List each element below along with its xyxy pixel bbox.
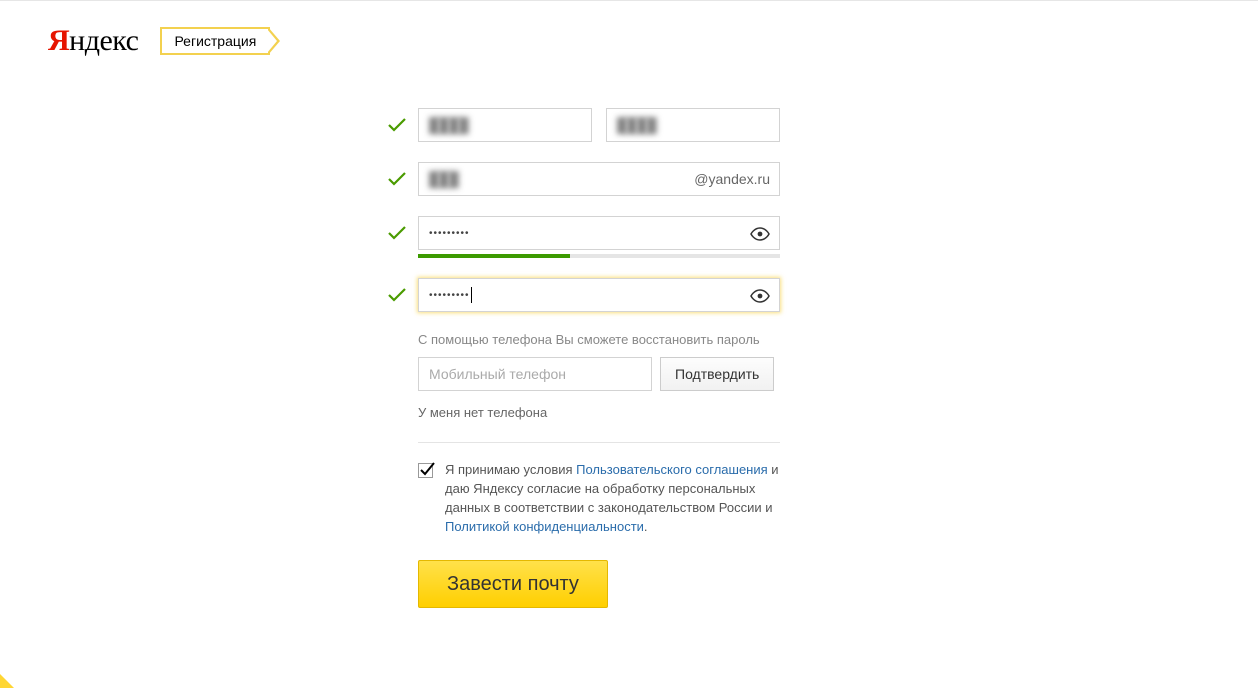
password-row: •••••••••: [418, 216, 838, 250]
logo-letter-ya: Я: [48, 24, 69, 57]
header: Яндекс Регистрация: [0, 2, 1258, 68]
terms-part-3: .: [644, 519, 648, 534]
password-strength-bar: [418, 254, 780, 258]
check-icon: [388, 172, 418, 186]
login-value: ███: [429, 171, 459, 187]
terms-row: Я принимаю условия Пользовательского сог…: [418, 461, 780, 536]
login-input[interactable]: ███: [418, 162, 780, 196]
terms-checkbox[interactable]: [418, 463, 433, 478]
yandex-logo[interactable]: Яндекс: [48, 24, 138, 58]
divider: [418, 442, 780, 443]
submit-button[interactable]: Завести почту: [418, 560, 608, 608]
eye-icon[interactable]: [749, 223, 771, 245]
user-agreement-link[interactable]: Пользовательского соглашения: [576, 462, 768, 477]
password-confirm-dots: •••••••••: [419, 290, 472, 301]
terms-text: Я принимаю условия Пользовательского сог…: [445, 461, 780, 536]
password-input[interactable]: •••••••••: [418, 216, 780, 250]
corner-decoration: [0, 674, 14, 688]
check-icon: [388, 118, 418, 132]
badge-label: Регистрация: [174, 33, 256, 49]
phone-input[interactable]: [418, 357, 652, 391]
text-cursor: [471, 287, 472, 303]
name-row: ████ ████: [418, 108, 838, 142]
no-phone-link[interactable]: У меня нет телефона: [418, 405, 838, 420]
confirm-phone-button[interactable]: Подтвердить: [660, 357, 774, 391]
first-name-value: ████: [429, 117, 469, 133]
password-dots: •••••••••: [419, 228, 470, 239]
privacy-policy-link[interactable]: Политикой конфиденциальности: [445, 519, 644, 534]
password-confirm-input[interactable]: •••••••••: [418, 278, 780, 312]
terms-part-1: Я принимаю условия: [445, 462, 576, 477]
phone-hint: С помощью телефона Вы сможете восстанови…: [418, 332, 838, 347]
check-icon: [388, 288, 418, 302]
logo-rest: ндекс: [69, 24, 138, 57]
check-icon: [388, 226, 418, 240]
login-row: ███ @yandex.ru: [418, 162, 838, 196]
first-name-input[interactable]: ████: [418, 108, 592, 142]
last-name-value: ████: [617, 117, 657, 133]
phone-row: Подтвердить: [418, 357, 838, 391]
form-container: ████ ████ ███ @yandex.ru: [0, 68, 1258, 608]
password-confirm-row: •••••••••: [418, 278, 838, 312]
last-name-input[interactable]: ████: [606, 108, 780, 142]
password-strength-fill: [418, 254, 570, 258]
registration-badge: Регистрация: [160, 27, 270, 55]
eye-icon[interactable]: [749, 285, 771, 307]
